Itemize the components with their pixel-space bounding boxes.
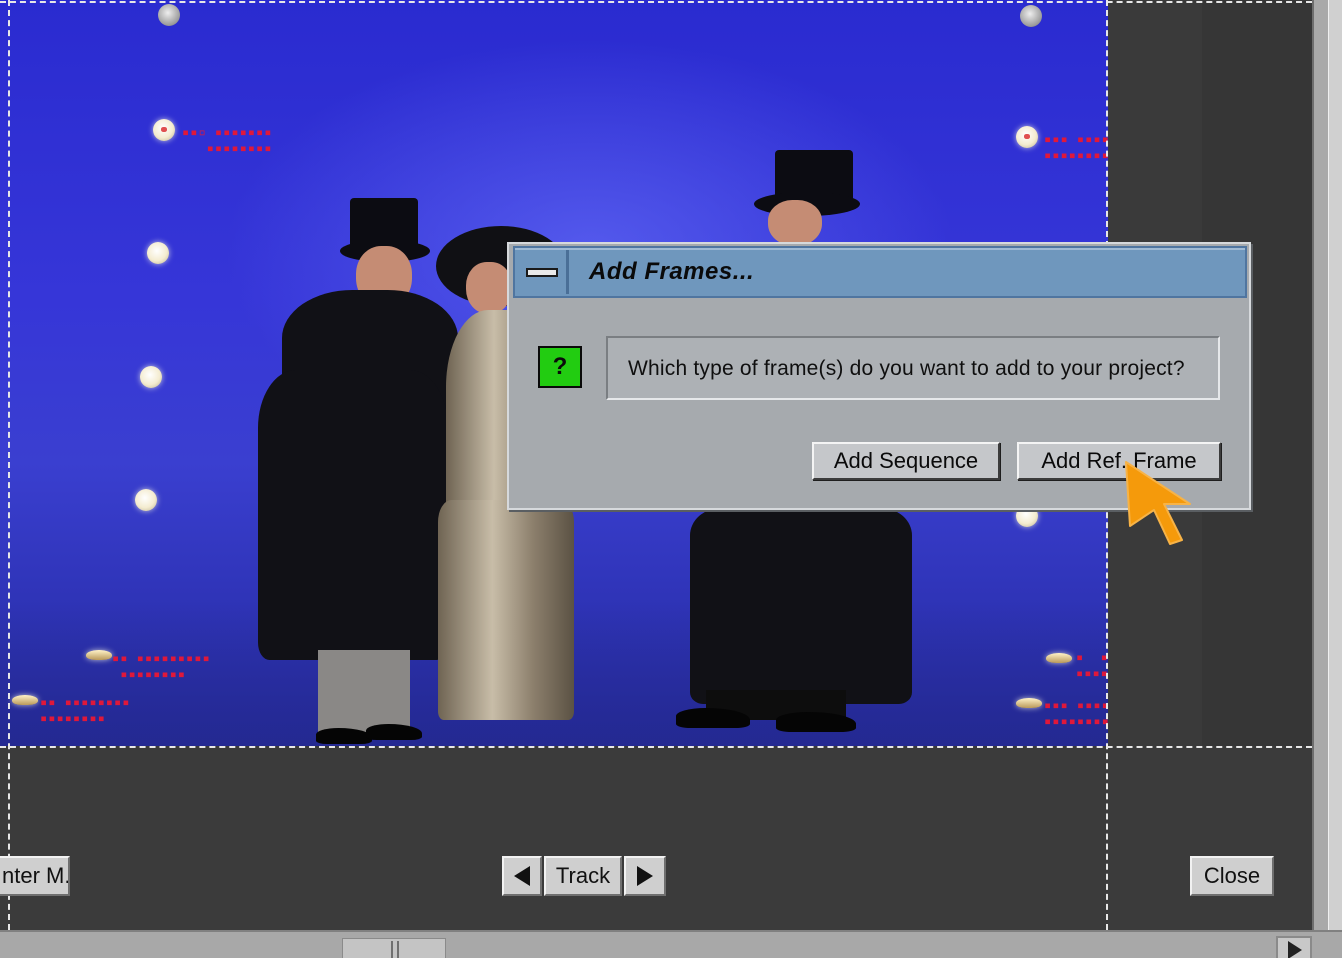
tracking-marker[interactable]	[147, 242, 169, 264]
guide-line-bottom	[0, 746, 1312, 748]
floor-marker[interactable]	[1046, 653, 1072, 663]
horizontal-scrollbar[interactable]	[0, 930, 1342, 958]
track-next-button[interactable]	[624, 856, 666, 896]
enter-mode-label: nter M.	[2, 863, 70, 888]
message-panel: Which type of frame(s) do you want to ad…	[606, 336, 1220, 400]
floor-marker[interactable]	[12, 695, 38, 705]
arrow-right-icon	[1288, 941, 1302, 958]
arrow-right-icon	[637, 866, 653, 886]
dialog-title: Add Frames...	[589, 258, 755, 285]
mouse-cursor-icon	[1125, 461, 1191, 545]
marker-annotation: ▪ ▪▪▪▪▪▪▪ ▪▪▪▪▪▪▪▪	[1076, 650, 1108, 680]
add-sequence-label: Add Sequence	[833, 448, 979, 473]
guide-line-top	[0, 1, 1312, 3]
arrow-left-icon	[514, 866, 530, 886]
marker-annotation: ▪▪ ▪▪▪▪▪▪▪▪▪ ▪▪▪▪▪▪▪▪	[112, 651, 211, 681]
track-button[interactable]: Track	[544, 856, 622, 896]
tracking-marker[interactable]	[153, 119, 175, 141]
enter-mode-button[interactable]: nter M.	[0, 856, 70, 896]
marker-annotation: ▪▪ ▪▪▪▪▪▪▪▪ ▪▪▪▪▪▪▪▪	[40, 695, 131, 725]
vertical-scroll-thumb[interactable]	[1328, 0, 1342, 930]
close-label: Close	[1203, 863, 1261, 888]
floor-marker[interactable]	[86, 650, 112, 660]
tracking-marker[interactable]	[135, 489, 157, 511]
vertical-scrollbar[interactable]	[1312, 0, 1342, 930]
track-label: Track	[555, 863, 611, 888]
add-sequence-button[interactable]: Add Sequence	[812, 442, 1000, 480]
tracking-marker[interactable]	[158, 4, 180, 26]
close-button[interactable]: Close	[1190, 856, 1274, 896]
guide-line-left	[8, 0, 10, 930]
track-prev-button[interactable]	[502, 856, 542, 896]
question-icon: ?	[538, 346, 582, 388]
tracking-marker[interactable]	[140, 366, 162, 388]
tracking-marker[interactable]	[1020, 5, 1042, 27]
horizontal-scroll-thumb[interactable]	[342, 938, 446, 958]
marker-annotation: ▪▪▪ ▪▪▪▪▪▪▪ ▪▪▪▪▪▪▪▪	[1044, 698, 1108, 728]
marker-annotation: ▪▪▪ ▪▪▪▪▪▪▪ ▪▪▪▪▪▪▪▪	[1044, 132, 1108, 162]
dialog-titlebar[interactable]: Add Frames...	[513, 246, 1247, 298]
window-menu-button[interactable]	[517, 250, 569, 294]
marker-annotation: ▪▪▫ ▪▪▪▪▪▪▪ ▪▪▪▪▪▪▪▪	[182, 125, 273, 155]
dialog-message: Which type of frame(s) do you want to ad…	[628, 357, 1185, 380]
scroll-right-button[interactable]	[1276, 936, 1312, 958]
floor-marker[interactable]	[1016, 698, 1042, 708]
tracking-marker[interactable]	[1016, 126, 1038, 148]
window-menu-icon	[525, 267, 558, 277]
